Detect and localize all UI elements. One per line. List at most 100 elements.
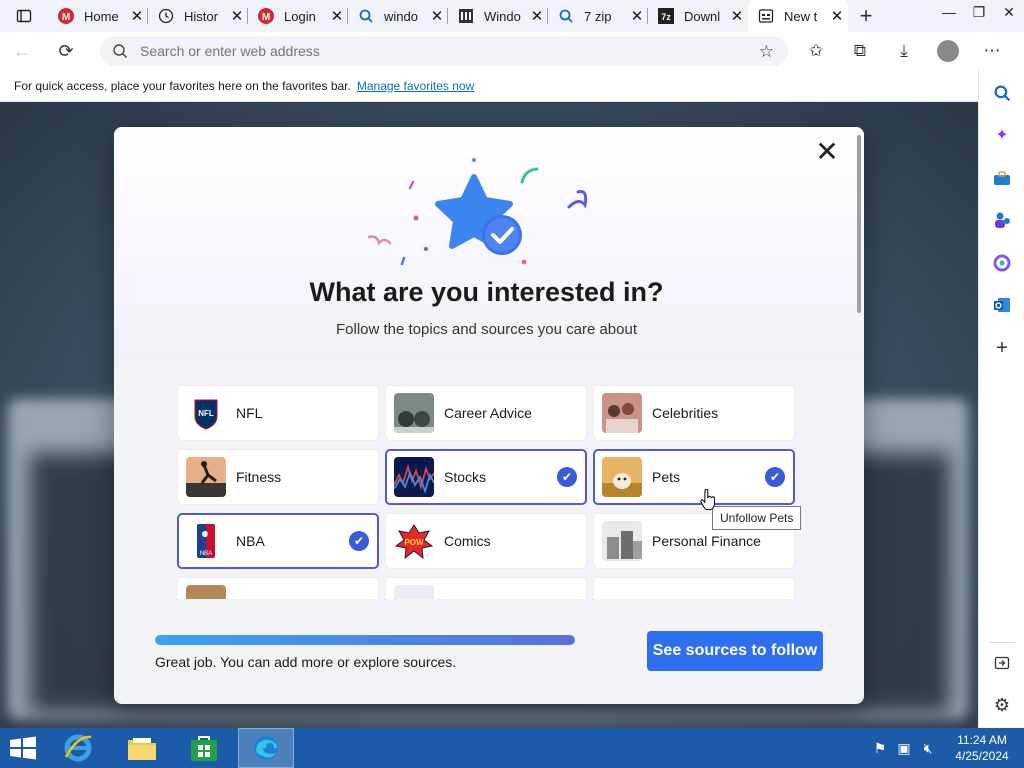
tools-icon[interactable]	[992, 168, 1012, 188]
games-icon[interactable]	[992, 210, 1012, 230]
topic-card-fitness[interactable]: Fitness	[177, 449, 379, 505]
tab-login[interactable]: M Login ✕	[248, 0, 348, 32]
svg-text:NFL: NFL	[198, 409, 214, 418]
close-dialog-button[interactable]: ✕	[814, 138, 840, 166]
topic-label: Celebrities	[652, 405, 719, 421]
star-check-illustration-icon	[367, 158, 588, 266]
close-tab-icon[interactable]: ✕	[826, 7, 848, 25]
minimize-icon[interactable]: —	[934, 0, 964, 32]
window-controls: — ❐ ✕	[934, 0, 1024, 32]
topic-card-partial[interactable]	[385, 577, 587, 599]
close-tab-icon[interactable]: ✕	[526, 7, 548, 25]
favorites-bar: For quick access, place your favorites h…	[0, 70, 978, 102]
hide-sidebar-icon[interactable]	[992, 653, 1012, 673]
7zip-icon: 7z	[658, 8, 674, 24]
edge-taskbar-icon[interactable]	[238, 728, 294, 768]
tab-title: Home	[84, 8, 119, 24]
svg-text:NBA: NBA	[200, 551, 212, 557]
add-favorite-icon[interactable]: ☆	[759, 42, 774, 62]
close-tab-icon[interactable]: ✕	[626, 7, 648, 25]
avatar[interactable]	[937, 40, 959, 62]
topic-card-stocks[interactable]: Stocks ✔	[385, 449, 587, 505]
topic-label: Personal Finance	[652, 533, 761, 549]
copilot-icon[interactable]: ✦	[992, 125, 1012, 145]
collections-icon[interactable]: ⧉	[838, 41, 882, 61]
manage-favorites-link[interactable]: Manage favorites now	[357, 79, 474, 93]
close-tab-icon[interactable]: ✕	[726, 7, 748, 25]
celebrities-thumbnail-icon	[602, 393, 642, 433]
tab-title: Login	[284, 8, 316, 24]
fitness-thumbnail-icon	[186, 457, 226, 497]
svg-text:7z: 7z	[661, 12, 671, 22]
file-explorer-taskbar-icon[interactable]	[114, 728, 170, 768]
store-taskbar-icon[interactable]	[176, 728, 232, 768]
mega-icon: M	[258, 8, 274, 24]
partial-thumbnail-icon	[394, 585, 434, 599]
tab-strip: M Home ✕ Histor ✕ M Login ✕ windo ✕ Wind…	[0, 0, 1024, 32]
volume-muted-icon[interactable]: 🔇︎	[916, 740, 940, 757]
tab-history[interactable]: Histor ✕	[148, 0, 248, 32]
favorites-icon[interactable]: ✩	[794, 41, 838, 61]
tab-title: windo	[384, 8, 418, 24]
partial-thumbnail-icon	[186, 585, 226, 599]
unfollow-tooltip: Unfollow Pets	[712, 506, 802, 530]
clock-time: 11:24 AM	[957, 733, 1007, 747]
topic-label: Fitness	[236, 469, 282, 485]
close-window-icon[interactable]: ✕	[994, 0, 1024, 32]
tab-download[interactable]: 7z Downl ✕	[648, 0, 748, 32]
topic-card-pets[interactable]: Pets ✔	[593, 449, 795, 505]
topic-card-nba[interactable]: NBA NBA ✔	[177, 513, 379, 569]
search-icon	[100, 43, 140, 59]
tab-title: Windo	[484, 8, 521, 24]
search-icon[interactable]	[992, 83, 1012, 103]
network-icon[interactable]: ▣	[892, 740, 916, 757]
svg-text:M: M	[62, 12, 70, 23]
downloads-icon[interactable]: ⤓	[882, 41, 926, 61]
add-sidebar-app-icon[interactable]: +	[992, 337, 1012, 359]
settings-gear-icon[interactable]: ⚙	[992, 695, 1012, 715]
see-sources-button[interactable]: See sources to follow	[647, 631, 823, 671]
address-input[interactable]	[140, 43, 720, 59]
tab-search-windows[interactable]: windo ✕	[348, 0, 448, 32]
career-advice-thumbnail-icon	[394, 393, 434, 433]
topic-card-comics[interactable]: POW Comics	[385, 513, 587, 569]
topic-card-partial[interactable]	[593, 577, 795, 599]
topic-card-partial[interactable]	[177, 577, 379, 599]
pets-thumbnail-icon	[602, 457, 642, 497]
tab-new-tab[interactable]: New t ✕	[748, 0, 848, 32]
favorites-bar-text: For quick access, place your favorites h…	[14, 78, 351, 93]
flag-icon[interactable]: ⚑	[868, 740, 892, 757]
tab-search-7zip[interactable]: 7 zip ✕	[548, 0, 648, 32]
topic-label: Stocks	[444, 469, 487, 485]
topic-card-career-advice[interactable]: Career Advice	[385, 385, 587, 441]
restore-icon[interactable]: ❐	[964, 0, 994, 32]
outlook-icon[interactable]	[992, 295, 1012, 315]
windows-start-icon[interactable]	[8, 736, 38, 760]
search-icon	[358, 8, 374, 24]
refresh-button[interactable]: ⟳	[44, 32, 88, 70]
internet-explorer-taskbar-icon[interactable]	[50, 728, 106, 768]
nfl-logo-icon: NFL	[186, 393, 226, 433]
tab-actions-button[interactable]	[0, 0, 48, 32]
microsoft-365-icon[interactable]	[992, 253, 1012, 273]
tab-title: Downl	[684, 8, 721, 24]
more-menu-icon[interactable]: ⋯	[970, 41, 1014, 61]
progress-text: Great job. You can add more or explore s…	[155, 654, 457, 670]
tab-home[interactable]: M Home ✕	[48, 0, 148, 32]
topic-card-nfl[interactable]: NFL NFL	[177, 385, 379, 441]
tab-title: Histor	[184, 8, 218, 24]
close-tab-icon[interactable]: ✕	[226, 7, 248, 25]
address-bar[interactable]: ☆	[100, 36, 788, 66]
mega-icon: M	[58, 8, 74, 24]
dialog-subtitle: Follow the topics and sources you care a…	[335, 321, 637, 338]
new-tab-button[interactable]: +	[848, 3, 884, 29]
close-tab-icon[interactable]: ✕	[326, 7, 348, 25]
tab-windows[interactable]: Windo ✕	[448, 0, 548, 32]
back-button[interactable]: ←	[0, 32, 44, 70]
close-tab-icon[interactable]: ✕	[426, 7, 448, 25]
topic-card-celebrities[interactable]: Celebrities	[593, 385, 795, 441]
close-tab-icon[interactable]: ✕	[126, 7, 148, 25]
clock[interactable]: 11:24 AM 4/25/2024	[940, 732, 1024, 764]
history-icon	[158, 8, 174, 24]
interests-dialog: ✕ What are you interested in? Follow the…	[114, 127, 864, 704]
